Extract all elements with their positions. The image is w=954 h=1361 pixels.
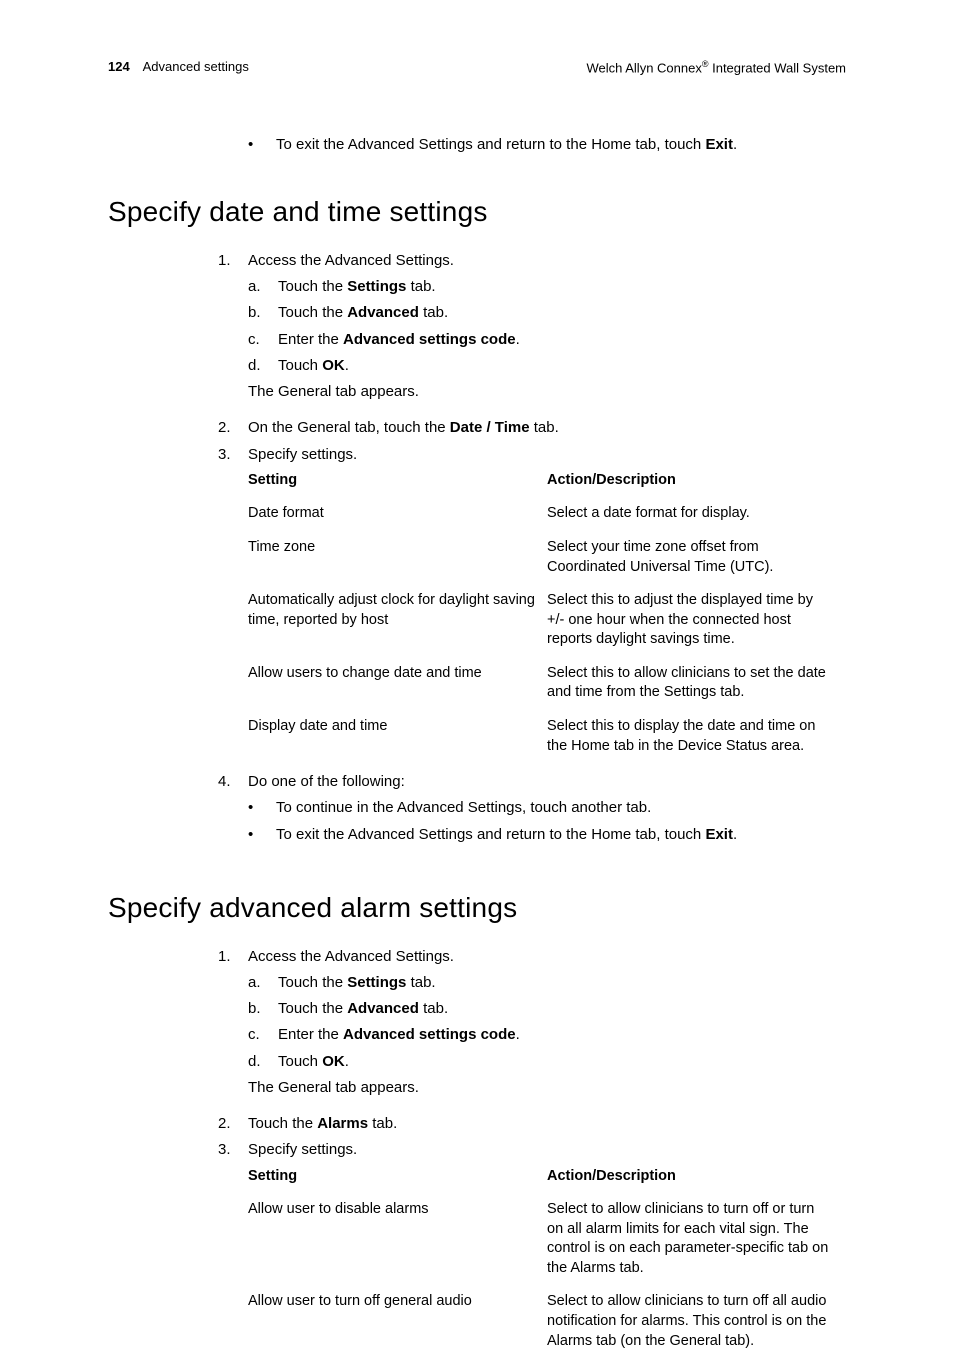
table-row: Allow user to disable alarmsSelect to al…: [248, 1196, 846, 1288]
product-suffix: Integrated Wall System: [708, 60, 846, 75]
table-row: Date formatSelect a date format for disp…: [248, 500, 846, 534]
settings-table-2: Setting Action/Description Allow user to…: [248, 1163, 846, 1361]
table-row: Allow users to change date and timeSelec…: [248, 660, 846, 713]
col-action: Action/Description: [547, 467, 846, 501]
page-number: 124: [108, 59, 130, 74]
after-substeps: The General tab appears.: [248, 1078, 846, 1098]
step-2: 2. Touch the Alarms tab.: [218, 1114, 846, 1134]
intro-bullets: • To exit the Advanced Settings and retu…: [248, 135, 846, 155]
substep-b: b.Touch the Advanced tab.: [248, 303, 846, 323]
header-section: Advanced settings: [143, 59, 249, 74]
table-row: Allow user to turn off general audioSele…: [248, 1288, 846, 1361]
table-row: Automatically adjust clock for daylight …: [248, 587, 846, 660]
substep-a: a.Touch the Settings tab.: [248, 973, 846, 993]
step-3: 3. Specify settings. Setting Action/Desc…: [218, 1140, 846, 1361]
substep-b: b.Touch the Advanced tab.: [248, 999, 846, 1019]
header-left: 124 Advanced settings: [108, 58, 249, 77]
step-1: 1. Access the Advanced Settings. a.Touch…: [218, 947, 846, 1109]
bullet-icon: •: [248, 798, 276, 818]
step-3: 3. Specify settings. Setting Action/Desc…: [218, 445, 846, 766]
step-1: 1. Access the Advanced Settings. a.Touch…: [218, 251, 846, 413]
after-substeps: The General tab appears.: [248, 382, 846, 402]
table-row: Time zoneSelect your time zone offset fr…: [248, 534, 846, 587]
substep-d: d.Touch OK.: [248, 1052, 846, 1072]
product-prefix: Welch Allyn Connex: [586, 60, 701, 75]
list-item: • To exit the Advanced Settings and retu…: [248, 135, 846, 155]
substep-c: c.Enter the Advanced settings code.: [248, 1025, 846, 1045]
substep-a: a.Touch the Settings tab.: [248, 277, 846, 297]
list-item: • To continue in the Advanced Settings, …: [248, 798, 846, 818]
bullet-icon: •: [248, 825, 276, 845]
settings-table-1: Setting Action/Description Date formatSe…: [248, 467, 846, 766]
substep-c: c.Enter the Advanced settings code.: [248, 330, 846, 350]
page: 124 Advanced settings Welch Allyn Connex…: [0, 0, 954, 1361]
running-header: 124 Advanced settings Welch Allyn Connex…: [108, 58, 846, 77]
substeps: a.Touch the Settings tab. b.Touch the Ad…: [248, 277, 846, 376]
step-4: 4. Do one of the following: • To continu…: [218, 772, 846, 851]
substeps: a.Touch the Settings tab. b.Touch the Ad…: [248, 973, 846, 1072]
table-row: Display date and timeSelect this to disp…: [248, 713, 846, 766]
heading-date-time: Specify date and time settings: [108, 193, 846, 231]
heading-alarm: Specify advanced alarm settings: [108, 889, 846, 927]
substep-d: d.Touch OK.: [248, 356, 846, 376]
bullet-text: To exit the Advanced Settings and return…: [276, 135, 846, 155]
col-action: Action/Description: [547, 1163, 846, 1197]
col-setting: Setting: [248, 467, 547, 501]
steps-list-2: 1. Access the Advanced Settings. a.Touch…: [218, 947, 846, 1361]
bullet-icon: •: [248, 135, 276, 155]
list-item: • To exit the Advanced Settings and retu…: [248, 825, 846, 845]
steps-list-1: 1. Access the Advanced Settings. a.Touch…: [218, 251, 846, 851]
step-2: 2. On the General tab, touch the Date / …: [218, 418, 846, 438]
header-right: Welch Allyn Connex® Integrated Wall Syst…: [586, 58, 846, 77]
col-setting: Setting: [248, 1163, 547, 1197]
